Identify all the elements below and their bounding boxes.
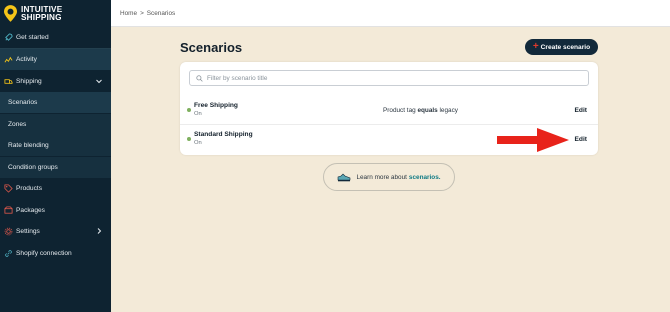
edit-button[interactable]: Edit <box>575 107 587 114</box>
breadcrumb-current: Scenarios <box>146 9 176 17</box>
search-icon <box>196 74 203 82</box>
sidebar-item-label: Zones <box>8 121 27 128</box>
sidebar-item-settings[interactable]: Settings <box>0 221 111 242</box>
brand-line-2: SHIPPING <box>21 12 62 22</box>
package-icon <box>4 206 13 215</box>
page-title: Scenarios <box>180 40 243 55</box>
learn-more-text: Learn more about <box>356 173 407 181</box>
scenario-title: Free Shipping <box>194 102 238 109</box>
chevron-down-icon[interactable] <box>95 77 103 85</box>
truck-icon <box>4 77 13 86</box>
status-dot <box>187 108 191 112</box>
sidebar: INTUITIVE SHIPPING Get started Activity … <box>0 0 111 312</box>
sidebar-item-label: Activity <box>16 56 37 63</box>
scenario-row[interactable]: Free Shipping On Product tag equals lega… <box>180 96 598 125</box>
sidebar-item-label: Settings <box>16 228 40 235</box>
sidebar-item-label: Scenarios <box>8 99 38 106</box>
brand-name: INTUITIVE SHIPPING <box>21 5 62 22</box>
sidebar-item-scenarios[interactable]: Scenarios <box>0 92 111 113</box>
scenario-status: On <box>194 111 202 117</box>
filter-placeholder: Filter by scenario title <box>207 74 268 82</box>
sneaker-icon <box>338 173 351 181</box>
filter-input[interactable]: Filter by scenario title <box>189 70 589 86</box>
learn-more-link[interactable]: scenarios. <box>409 174 441 181</box>
location-pin-icon <box>4 5 17 22</box>
scenario-status: On <box>194 140 202 146</box>
sidebar-item-label: Shopify connection <box>16 250 72 257</box>
link-icon <box>4 249 13 258</box>
sidebar-item-condition-groups[interactable]: Condition groups <box>0 157 111 178</box>
breadcrumb-separator: > <box>140 9 144 17</box>
sidebar-item-label: Get started <box>16 34 49 41</box>
tag-icon <box>4 184 13 193</box>
sidebar-item-label: Products <box>16 185 43 192</box>
create-scenario-button[interactable]: + Create scenario <box>525 39 598 55</box>
sidebar-item-products[interactable]: Products <box>0 178 111 199</box>
activity-icon <box>4 55 13 64</box>
edit-button[interactable]: Edit <box>575 136 587 143</box>
condition-operator: equals <box>417 107 438 114</box>
sidebar-item-label: Packages <box>16 207 45 214</box>
sidebar-item-get-started[interactable]: Get started <box>0 27 111 48</box>
sidebar-item-label: Rate blending <box>8 142 49 149</box>
status-dot <box>187 137 191 141</box>
condition-value: legacy <box>439 107 458 114</box>
brand-logo[interactable]: INTUITIVE SHIPPING <box>0 0 111 27</box>
condition-field: Product tag <box>383 107 416 114</box>
gear-icon <box>4 227 13 236</box>
learn-more-button[interactable]: Learn more about scenarios. <box>323 163 455 191</box>
sidebar-item-label: Shipping <box>16 78 42 85</box>
breadcrumb-home[interactable]: Home <box>120 10 137 17</box>
red-arrow-annotation <box>497 128 569 152</box>
breadcrumb: Home > Scenarios <box>111 0 670 27</box>
sidebar-item-zones[interactable]: Zones <box>0 114 111 135</box>
create-scenario-label: Create scenario <box>540 43 591 51</box>
sidebar-item-activity[interactable]: Activity <box>0 49 111 70</box>
sidebar-item-label: Condition groups <box>8 164 58 171</box>
sidebar-item-packages[interactable]: Packages <box>0 200 111 221</box>
scenario-title: Standard Shipping <box>194 131 253 138</box>
sidebar-item-shopify-connection[interactable]: Shopify connection <box>0 243 111 264</box>
plus-icon: + <box>532 41 539 52</box>
rocket-icon <box>4 33 13 42</box>
chevron-right-icon[interactable] <box>95 227 103 235</box>
sidebar-item-rate-blending[interactable]: Rate blending <box>0 135 111 156</box>
scenario-condition: Product tag equals legacy <box>383 107 458 114</box>
sidebar-item-shipping[interactable]: Shipping <box>0 71 111 92</box>
